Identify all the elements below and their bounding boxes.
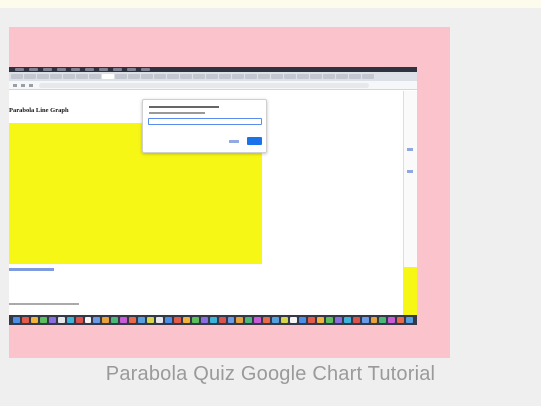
dialog-cancel-button bbox=[229, 140, 239, 143]
side-link-blurred-2 bbox=[407, 170, 413, 173]
url-field bbox=[39, 83, 369, 88]
mac-dock bbox=[9, 315, 417, 325]
embedded-screenshot: Parabola Line Graph bbox=[9, 67, 417, 325]
nav-buttons bbox=[13, 84, 33, 87]
side-link-blurred bbox=[407, 148, 413, 151]
side-panel bbox=[403, 91, 417, 325]
dialog-subtext-blurred bbox=[149, 112, 205, 114]
tutorial-thumbnail[interactable]: Parabola Line Graph bbox=[9, 27, 450, 358]
link-text-blurred bbox=[9, 268, 54, 271]
tutorial-card[interactable]: Parabola Line Graph Parabola Quiz Google bbox=[0, 8, 541, 406]
browser-tab-bar bbox=[9, 72, 417, 81]
menu-items-blurred bbox=[15, 68, 150, 71]
dialog-input bbox=[148, 118, 262, 125]
top-strip bbox=[0, 0, 541, 8]
prompt-dialog bbox=[142, 99, 267, 153]
tutorial-caption[interactable]: Parabola Quiz Google Chart Tutorial bbox=[0, 363, 541, 386]
browser-address-bar bbox=[9, 81, 417, 90]
dialog-message-blurred bbox=[149, 106, 219, 108]
dialog-ok-button bbox=[247, 137, 262, 145]
status-text-blurred bbox=[9, 303, 79, 305]
page-title: Parabola Line Graph bbox=[9, 107, 69, 114]
